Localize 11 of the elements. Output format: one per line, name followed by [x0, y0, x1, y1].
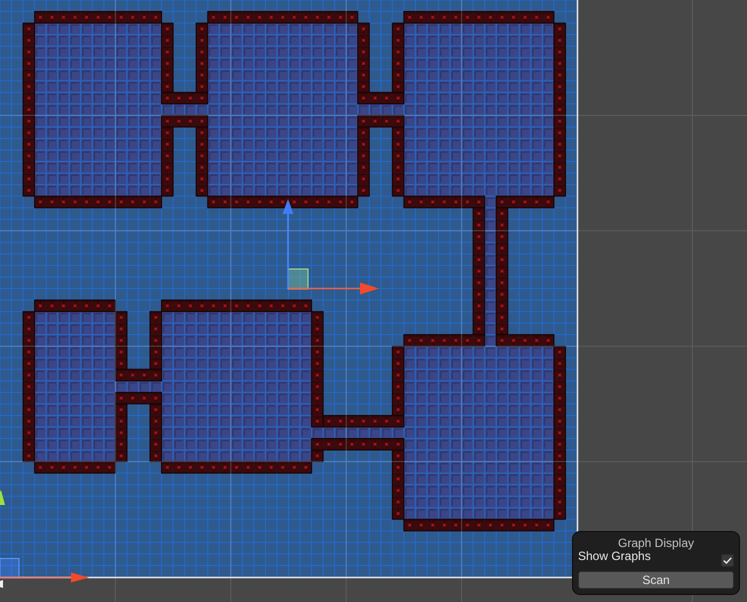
axis-cone-icon[interactable] — [0, 490, 5, 505]
scan-button[interactable]: Scan — [578, 571, 734, 589]
show-graphs-checkbox[interactable] — [721, 554, 734, 567]
show-graphs-label: Show Graphs — [578, 550, 651, 563]
checkmark-icon — [723, 557, 732, 564]
plane-handle[interactable] — [0, 558, 20, 578]
axis-cone-icon[interactable] — [0, 580, 3, 588]
x-axis-arrow[interactable] — [0, 572, 89, 582]
plane-handle[interactable] — [288, 268, 308, 290]
panel-title: Graph Display — [616, 536, 696, 550]
y-axis-arrow[interactable] — [282, 199, 294, 289]
